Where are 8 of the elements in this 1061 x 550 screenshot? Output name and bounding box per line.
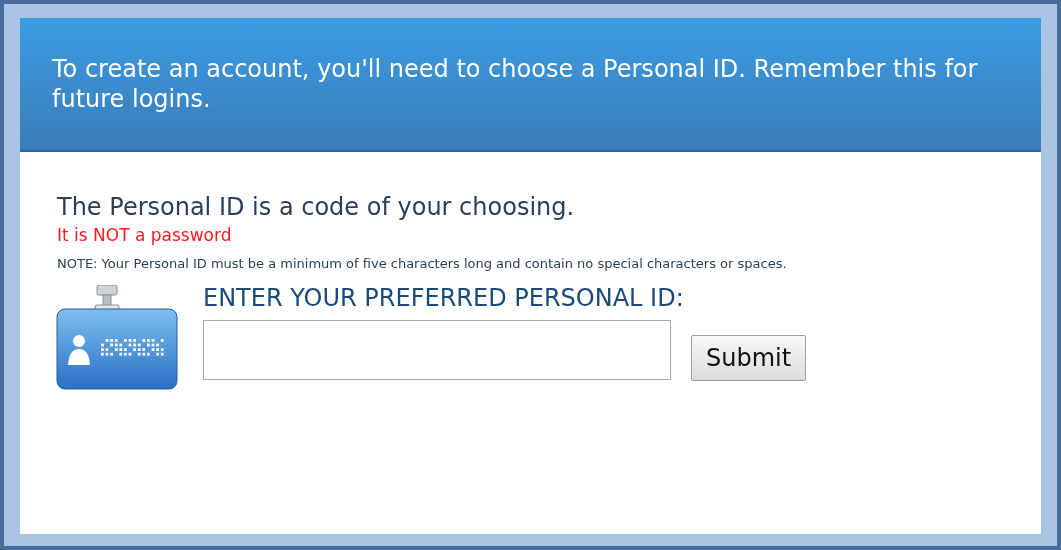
personal-id-field[interactable]: [203, 320, 671, 380]
intro-text: The Personal ID is a code of your choosing.: [57, 192, 576, 222]
warning-text: It is NOT a password: [57, 224, 233, 247]
note-text: NOTE: Your Personal ID must be a minimum of five characters long and contain no special characters or spaces.: [57, 255, 788, 273]
submit-button[interactable]: Submit: [691, 335, 807, 381]
id-badge-icon: [55, 285, 179, 391]
personal-id-label: ENTER YOUR PREFERRED PERSONAL ID:: [203, 283, 685, 313]
header-text: To create an account, you'll need to choose a Personal ID. Remember this for future logins.: [52, 54, 979, 114]
